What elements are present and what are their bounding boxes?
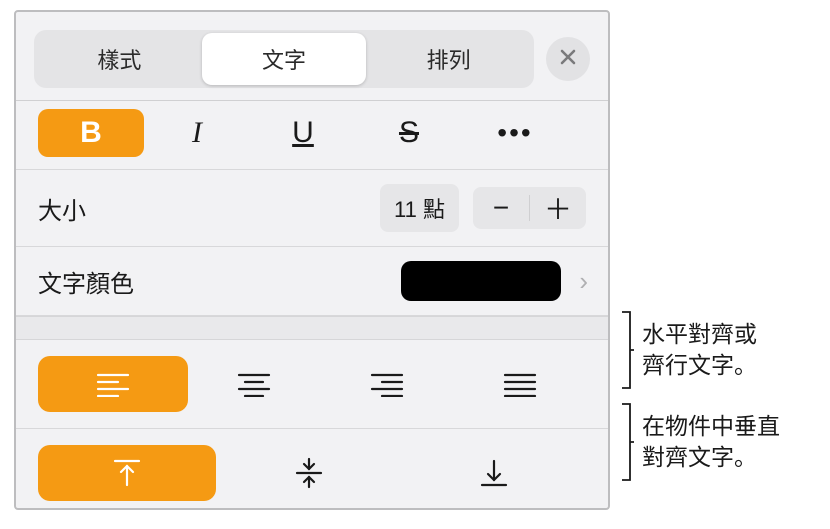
- panel-header: 樣式 文字 排列: [16, 12, 608, 100]
- align-justify-icon: [503, 371, 537, 397]
- strikethrough-icon: S: [399, 116, 419, 150]
- tab-arrange[interactable]: 排列: [366, 33, 531, 85]
- callout-text: 在物件中垂直對齊文字。: [642, 411, 780, 473]
- strikethrough-button[interactable]: S: [356, 109, 462, 157]
- font-style-row: B I U S •••: [16, 101, 608, 170]
- bold-button[interactable]: B: [38, 109, 144, 157]
- vertical-align-row: [16, 429, 608, 517]
- size-decrease-button[interactable]: −: [473, 187, 529, 229]
- size-label: 大小: [38, 191, 380, 226]
- align-right-button[interactable]: [321, 356, 454, 412]
- italic-icon: I: [192, 116, 202, 150]
- close-icon: [559, 46, 577, 72]
- horizontal-align-row: [16, 340, 608, 429]
- size-stepper: − ＋: [473, 187, 586, 229]
- section-gap: [16, 316, 608, 340]
- align-center-icon: [237, 371, 271, 397]
- plus-icon: ＋: [544, 188, 572, 228]
- valign-bottom-icon: [480, 458, 508, 488]
- more-styles-button[interactable]: •••: [462, 109, 568, 157]
- close-button[interactable]: [546, 37, 590, 81]
- chevron-right-icon: ›: [573, 266, 594, 297]
- bold-icon: B: [80, 116, 102, 150]
- align-center-button[interactable]: [188, 356, 321, 412]
- font-size-row: 大小 11 點 − ＋: [16, 170, 608, 247]
- valign-top-icon: [113, 458, 141, 488]
- color-label: 文字顏色: [38, 264, 401, 299]
- size-value[interactable]: 11 點: [380, 184, 459, 232]
- valign-top-button[interactable]: [38, 445, 216, 501]
- valign-middle-icon: [295, 457, 323, 489]
- text-color-row[interactable]: 文字顏色 ›: [16, 247, 608, 316]
- align-justify-button[interactable]: [453, 356, 586, 412]
- valign-middle-button[interactable]: [216, 445, 401, 501]
- valign-bottom-button[interactable]: [401, 445, 586, 501]
- tab-text[interactable]: 文字: [202, 33, 367, 85]
- minus-icon: −: [493, 192, 509, 224]
- callout-horizontal-align: 水平對齊或齊行文字。: [620, 310, 757, 390]
- tab-style[interactable]: 樣式: [37, 33, 202, 85]
- italic-button[interactable]: I: [144, 109, 250, 157]
- align-left-icon: [96, 371, 130, 397]
- align-left-button[interactable]: [38, 356, 188, 412]
- tab-segmented-control: 樣式 文字 排列: [34, 30, 534, 88]
- callout-vertical-align: 在物件中垂直對齊文字。: [620, 402, 780, 482]
- underline-button[interactable]: U: [250, 109, 356, 157]
- callout-text: 水平對齊或齊行文字。: [642, 319, 757, 381]
- size-increase-button[interactable]: ＋: [530, 187, 586, 229]
- more-icon: •••: [497, 117, 532, 149]
- bracket-icon: [620, 402, 634, 482]
- align-right-icon: [370, 371, 404, 397]
- underline-icon: U: [292, 116, 314, 150]
- bracket-icon: [620, 310, 634, 390]
- color-swatch[interactable]: [401, 261, 561, 301]
- text-format-panel: 樣式 文字 排列 B I U S ••• 大小 11 點 − ＋ 文字顏色 ›: [14, 10, 610, 510]
